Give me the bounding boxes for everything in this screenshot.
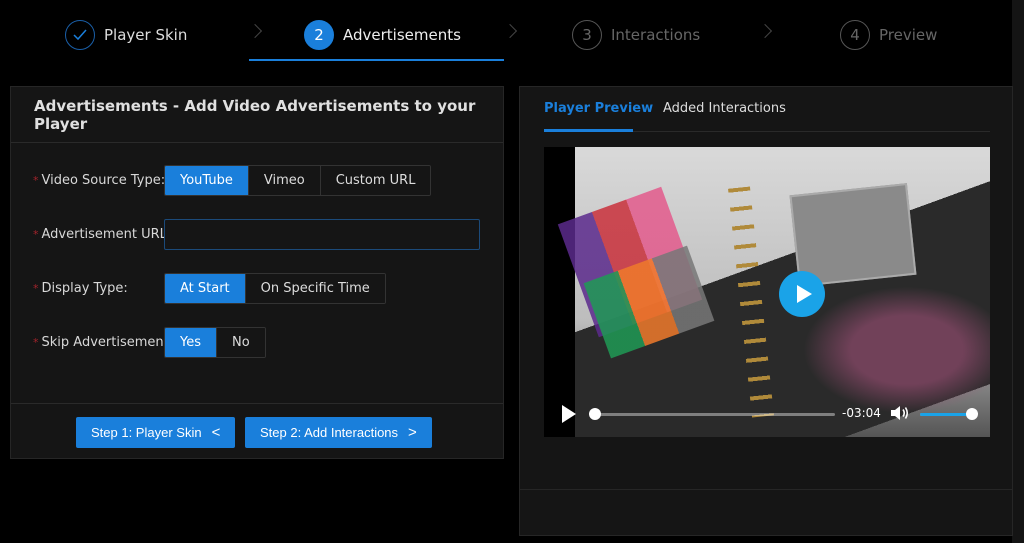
skip-ad-yes[interactable]: Yes [165, 327, 216, 357]
advertisements-form-card: Advertisements - Add Video Advertisement… [10, 86, 504, 459]
display-type-selector: At Start On Specific Time [164, 272, 386, 304]
form-footer: Step 1: Player Skin < Step 2: Add Intera… [11, 403, 503, 459]
check-icon [65, 20, 95, 50]
form-title: Advertisements - Add Video Advertisement… [11, 87, 503, 143]
ad-url-input[interactable] [164, 218, 480, 250]
video-source-row: * Video Source Type: YouTube Vimeo Custom… [11, 164, 432, 196]
progress-bar[interactable] [589, 408, 835, 420]
step-interactions[interactable]: 3 Interactions [572, 20, 700, 50]
next-step-button[interactable]: Step 2: Add Interactions > [245, 417, 432, 448]
video-source-label: * Video Source Type: [33, 172, 166, 188]
step-player-skin[interactable]: Player Skin [65, 20, 187, 50]
volume-fill [920, 413, 972, 416]
page-scrollbar[interactable] [1012, 0, 1024, 543]
chevron-right-icon [502, 23, 518, 39]
play-icon[interactable] [562, 405, 576, 423]
video-source-selector: YouTube Vimeo Custom URL [164, 164, 432, 196]
chevron-right-icon [247, 23, 263, 39]
ad-url-label: *Advertisement URL: [33, 226, 171, 242]
display-type-at-start[interactable]: At Start [165, 273, 245, 303]
required-mark: * [33, 281, 39, 295]
step-label: Advertisements [343, 26, 461, 44]
volume-icon[interactable] [890, 404, 910, 422]
video-source-vimeo[interactable]: Vimeo [247, 165, 320, 195]
skip-ad-no[interactable]: No [216, 327, 265, 357]
time-remaining: -03:04 [842, 406, 881, 420]
big-play-button[interactable] [779, 271, 825, 317]
skip-ad-label: *Skip Advertisement: [33, 334, 173, 350]
step-label: Player Skin [104, 26, 188, 44]
video-source-custom-url[interactable]: Custom URL [319, 165, 431, 195]
active-step-indicator [249, 59, 504, 61]
display-type-label: * Display Type: [33, 280, 128, 296]
tab-added-interactions[interactable]: Added Interactions [663, 101, 786, 116]
preview-tabs: Player Preview Added Interactions [544, 87, 990, 132]
chevron-right-icon: > [408, 424, 417, 441]
active-tab-indicator [544, 129, 633, 132]
player-controls: -03:04 [544, 389, 990, 437]
step-number: 4 [840, 20, 870, 50]
prev-step-button[interactable]: Step 1: Player Skin < [76, 417, 236, 448]
step-number: 3 [572, 20, 602, 50]
step-preview[interactable]: 4 Preview [840, 20, 937, 50]
required-mark: * [33, 335, 39, 349]
display-type-row: * Display Type: At Start On Specific Time [11, 272, 386, 304]
tab-player-preview[interactable]: Player Preview [544, 101, 653, 116]
chevron-right-icon [757, 23, 773, 39]
preview-footer [520, 489, 1012, 536]
display-type-specific-time[interactable]: On Specific Time [244, 273, 385, 303]
video-player[interactable]: -03:04 [544, 147, 990, 437]
required-mark: * [33, 173, 39, 187]
volume-handle[interactable] [966, 408, 978, 420]
step-label: Interactions [611, 26, 701, 44]
preview-card: Player Preview Added Interactions -03:04 [519, 86, 1013, 536]
progress-handle[interactable] [589, 408, 601, 420]
step-progress: Player Skin 2 Advertisements 3 Interacti… [0, 0, 1012, 62]
skip-ad-selector: Yes No [164, 326, 266, 358]
volume-slider[interactable] [920, 408, 978, 420]
step-label: Preview [879, 26, 938, 44]
required-mark: * [33, 227, 39, 241]
chevron-left-icon: < [211, 424, 221, 441]
ad-url-row: *Advertisement URL: [11, 218, 480, 250]
step-advertisements[interactable]: 2 Advertisements [304, 20, 461, 50]
skip-ad-row: *Skip Advertisement: Yes No [11, 326, 266, 358]
step-number: 2 [304, 20, 334, 50]
video-source-youtube[interactable]: YouTube [165, 165, 248, 195]
